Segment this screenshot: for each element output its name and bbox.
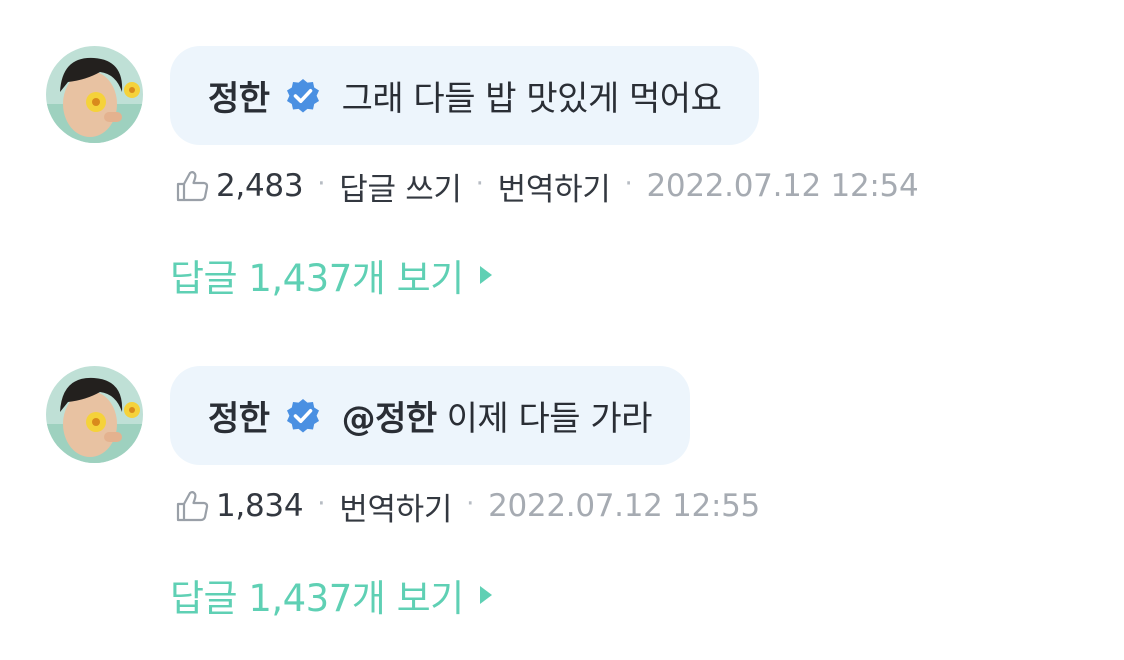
- view-replies-label: 답글 1,437개 보기: [170, 257, 464, 300]
- comment-author[interactable]: 정한: [208, 71, 270, 120]
- like-count: 1,834: [216, 488, 304, 524]
- like-button[interactable]: 2,483: [174, 167, 304, 205]
- triangle-right-icon: [479, 586, 492, 604]
- comment-bubble: 정한 그래 다들 밥 맛있게 먹어요: [170, 46, 760, 145]
- separator-dot: ·: [317, 489, 326, 519]
- triangle-right-icon: [479, 266, 492, 284]
- comment-author[interactable]: 정한: [208, 391, 270, 440]
- verified-badge-icon: [284, 77, 322, 115]
- avatar[interactable]: [46, 366, 143, 463]
- comment-text: @정한 이제 다들 가라: [342, 391, 653, 440]
- thumbs-up-outline-icon: [174, 487, 212, 525]
- avatar[interactable]: [46, 46, 143, 143]
- comment-meta: 1,834 · 번역하기 · 2022.07.12 12:55: [174, 484, 760, 528]
- translate-button[interactable]: 번역하기: [498, 164, 611, 209]
- separator-dot: ·: [624, 169, 633, 199]
- reply-button[interactable]: 답글 쓰기: [339, 164, 462, 209]
- thumbs-up-outline-icon: [174, 167, 212, 205]
- comment-message: 이제 다들 가라: [446, 399, 653, 439]
- like-count: 2,483: [216, 168, 304, 204]
- separator-dot: ·: [317, 169, 326, 199]
- comment-timestamp: 2022.07.12 12:54: [646, 168, 919, 204]
- comment-text: 그래 다들 밥 맛있게 먹어요: [341, 79, 722, 119]
- comment-bubble: 정한 @정한 이제 다들 가라: [170, 366, 690, 465]
- view-replies-label: 답글 1,437개 보기: [170, 577, 464, 620]
- separator-dot: ·: [475, 169, 484, 199]
- comment-timestamp: 2022.07.12 12:55: [488, 488, 760, 524]
- separator-dot: ·: [466, 489, 475, 519]
- translate-button[interactable]: 번역하기: [339, 484, 452, 529]
- like-button[interactable]: 1,834: [174, 487, 304, 525]
- comment-meta: 2,483 · 답글 쓰기 · 번역하기 · 2022.07.12 12:54: [174, 164, 919, 209]
- view-replies-link[interactable]: 답글 1,437개 보기: [170, 570, 492, 620]
- mention-tag[interactable]: @정한: [342, 399, 438, 439]
- verified-badge-icon: [284, 397, 322, 435]
- view-replies-link[interactable]: 답글 1,437개 보기: [170, 250, 492, 300]
